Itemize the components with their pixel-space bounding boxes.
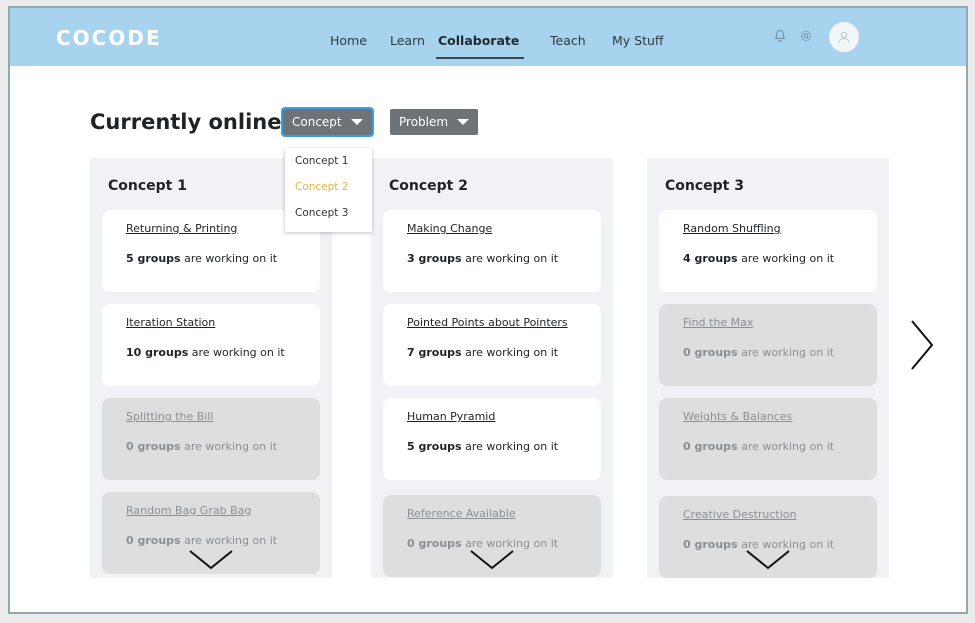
user-avatar-icon[interactable] — [829, 22, 859, 52]
chevron-down-icon[interactable] — [187, 548, 235, 572]
problem-title-link[interactable]: Splitting the Bill — [126, 410, 213, 423]
cocode-logo[interactable]: COCODE — [56, 26, 162, 50]
group-count: 0 groups — [683, 346, 738, 359]
chevron-down-icon[interactable] — [744, 548, 792, 572]
problem-title-link[interactable]: Human Pyramid — [407, 410, 495, 423]
status-suffix: are working on it — [180, 440, 278, 453]
problem-title-link[interactable]: Pointed Points about Pointers — [407, 316, 568, 329]
group-count: 0 groups — [683, 538, 738, 551]
problem-title-link[interactable]: Making Change — [407, 222, 492, 235]
problem-title-link[interactable]: Weights & Balances — [683, 410, 792, 423]
group-status: 0 groups are working on it — [126, 534, 277, 547]
status-suffix: are working on it — [737, 252, 835, 265]
group-count: 0 groups — [126, 534, 181, 547]
group-count: 5 groups — [126, 252, 181, 265]
problem-dropdown-label: Problem — [399, 115, 449, 129]
concept-dropdown-menu: Concept 1 Concept 2 Concept 3 — [285, 148, 372, 232]
problem-card[interactable]: Pointed Points about Pointers 7 groups a… — [383, 304, 601, 386]
problem-card[interactable]: Random Shuffling 4 groups are working on… — [659, 210, 877, 292]
concept-option-1[interactable]: Concept 1 — [285, 148, 372, 174]
group-count: 0 groups — [407, 537, 462, 550]
status-suffix: are working on it — [737, 346, 835, 359]
problem-card[interactable]: Making Change 3 groups are working on it — [383, 210, 601, 292]
gear-icon[interactable] — [797, 29, 815, 47]
nav-my-stuff[interactable]: My Stuff — [612, 33, 664, 48]
concept-column: Concept 3 Random Shuffling 4 groups are … — [647, 158, 889, 578]
app-window: COCODE Home Learn Collaborate Teach My S… — [8, 6, 968, 614]
group-status: 7 groups are working on it — [407, 346, 558, 359]
group-status: 10 groups are working on it — [126, 346, 285, 359]
group-status: 5 groups are working on it — [407, 440, 558, 453]
group-count: 0 groups — [683, 440, 738, 453]
status-suffix: are working on it — [461, 252, 559, 265]
problem-title-link[interactable]: Random Bag Grab Bag — [126, 504, 251, 517]
concept-option-2[interactable]: Concept 2 — [285, 174, 372, 200]
status-suffix: are working on it — [461, 346, 559, 359]
concept-option-3[interactable]: Concept 3 — [285, 200, 372, 226]
nav-learn[interactable]: Learn — [390, 33, 425, 48]
problem-title-link[interactable]: Random Shuffling — [683, 222, 781, 235]
caret-down-icon — [457, 119, 469, 125]
nav-collaborate[interactable]: Collaborate — [438, 33, 519, 48]
chevron-right-icon[interactable] — [908, 318, 936, 372]
concept-dropdown-label: Concept — [292, 115, 342, 129]
chevron-down-icon[interactable] — [468, 548, 516, 572]
problem-title-link[interactable]: Iteration Station — [126, 316, 215, 329]
status-suffix: are working on it — [180, 534, 278, 547]
top-navigation-bar: COCODE Home Learn Collaborate Teach My S… — [10, 8, 966, 66]
bell-icon[interactable] — [771, 29, 789, 47]
group-status: 4 groups are working on it — [683, 252, 834, 265]
problem-title-link[interactable]: Returning & Printing — [126, 222, 237, 235]
group-count: 5 groups — [407, 440, 462, 453]
problem-dropdown-button[interactable]: Problem — [390, 109, 478, 135]
group-status: 0 groups are working on it — [126, 440, 277, 453]
status-suffix: are working on it — [180, 252, 278, 265]
group-count: 7 groups — [407, 346, 462, 359]
concept-column: Concept 2 Making Change 3 groups are wor… — [371, 158, 613, 578]
status-suffix: are working on it — [188, 346, 285, 359]
column-title: Concept 1 — [108, 178, 187, 194]
problem-title-link[interactable]: Reference Available — [407, 507, 516, 520]
problem-title-link[interactable]: Creative Destruction — [683, 508, 797, 521]
column-title: Concept 3 — [665, 178, 744, 194]
group-status: 0 groups are working on it — [683, 346, 834, 359]
problem-title-link[interactable]: Find the Max — [683, 316, 753, 329]
group-status: 0 groups are working on it — [683, 440, 834, 453]
concept-dropdown-button[interactable]: Concept — [281, 107, 374, 137]
group-status: 3 groups are working on it — [407, 252, 558, 265]
nav-home[interactable]: Home — [330, 33, 367, 48]
problem-card[interactable]: Splitting the Bill 0 groups are working … — [102, 398, 320, 480]
status-suffix: are working on it — [461, 440, 559, 453]
column-title: Concept 2 — [389, 178, 468, 194]
group-count: 3 groups — [407, 252, 462, 265]
active-nav-indicator — [436, 57, 524, 59]
status-suffix: are working on it — [737, 440, 835, 453]
caret-down-icon — [351, 119, 363, 125]
group-count: 0 groups — [126, 440, 181, 453]
group-count: 4 groups — [683, 252, 738, 265]
group-count: 10 groups — [126, 346, 189, 359]
problem-card[interactable]: Human Pyramid 5 groups are working on it — [383, 398, 601, 480]
problem-card[interactable]: Iteration Station 10 groups are working … — [102, 304, 320, 386]
problem-card[interactable]: Weights & Balances 0 groups are working … — [659, 398, 877, 480]
nav-teach[interactable]: Teach — [550, 33, 586, 48]
problem-card[interactable]: Find the Max 0 groups are working on it — [659, 304, 877, 386]
group-status: 5 groups are working on it — [126, 252, 277, 265]
page-title: Currently online — [90, 110, 282, 134]
